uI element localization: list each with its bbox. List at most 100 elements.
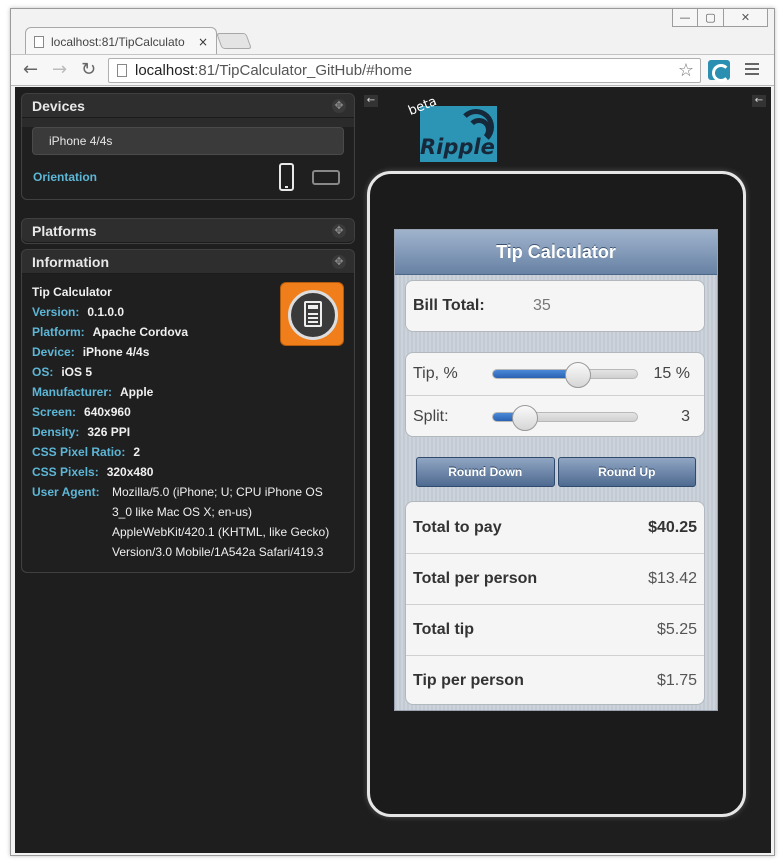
info-key: OS: <box>32 365 54 379</box>
tab-title: localhost:81/TipCalculato <box>51 34 185 49</box>
total-value: $5.25 <box>656 621 697 638</box>
info-key: Version: <box>32 305 80 319</box>
drag-handle-icon[interactable]: ✥ <box>332 224 346 238</box>
drag-handle-icon[interactable]: ✥ <box>332 99 346 113</box>
tip-slider[interactable] <box>492 362 638 388</box>
total-label: Tip per person <box>413 672 524 689</box>
bill-total-input[interactable]: 35 <box>533 297 551 315</box>
browser-tab[interactable]: localhost:81/TipCalculato × <box>25 27 217 55</box>
info-key: CSS Pixels: <box>32 465 99 479</box>
orientation-label: Orientation <box>33 170 98 184</box>
user-agent-row: User Agent: Mozilla/5.0 (iPhone; U; CPU … <box>32 482 344 562</box>
info-row: CSS Pixels: 320x480 <box>32 462 344 482</box>
tip-slider-thumb[interactable] <box>565 362 591 388</box>
portrait-icon[interactable] <box>279 163 294 191</box>
info-key: Platform: <box>32 325 85 339</box>
collapse-right-panel-icon[interactable]: ← <box>752 95 766 107</box>
back-icon[interactable]: ← <box>23 61 38 79</box>
info-value: 640x960 <box>84 405 131 419</box>
calculator-app-icon <box>280 282 344 346</box>
page-icon <box>117 64 127 77</box>
split-slider[interactable] <box>492 405 638 431</box>
split-slider-thumb[interactable] <box>512 405 538 431</box>
devices-panel-title: Devices <box>32 97 85 114</box>
info-value: 326 PPI <box>87 425 131 439</box>
total-value: $1.75 <box>656 672 697 689</box>
info-value: 0.1.0.0 <box>87 305 125 319</box>
info-value: iPhone 4/4s <box>82 345 150 359</box>
app-screen: Tip Calculator Bill Total: 35 Tip, % 15 … <box>394 229 718 711</box>
browser-toolbar: ← → ↻ localhost:81/TipCalculator_GitHub/… <box>11 54 774 86</box>
total-row: Total tip $5.25 <box>406 604 704 655</box>
totals-card: Total to pay $40.25 Total per person $13.42… <box>405 501 705 705</box>
round-up-button[interactable]: Round Up <box>557 457 696 487</box>
platforms-panel: Platforms ✥ <box>21 218 355 244</box>
info-key: Density: <box>32 425 80 439</box>
split-row: Split: 3 <box>406 395 704 437</box>
info-row: OS: iOS 5 <box>32 362 344 382</box>
devices-panel-header[interactable]: Devices ✥ <box>22 94 354 118</box>
url-path: :81/TipCalculator_GitHub/#home <box>194 62 413 79</box>
info-value: 320x480 <box>106 465 154 479</box>
info-value: Apple <box>120 385 154 399</box>
info-row: Screen: 640x960 <box>32 402 344 422</box>
ripple-logo: Ripple beta <box>406 94 497 162</box>
round-down-button[interactable]: Round Down <box>416 457 555 487</box>
info-key: Manufacturer: <box>32 385 113 399</box>
info-key: Device: <box>32 345 75 359</box>
information-panel-title: Information <box>32 253 109 270</box>
orientation-row: Orientation <box>22 155 354 199</box>
info-row: Manufacturer: Apple <box>32 382 344 402</box>
forward-icon[interactable]: → <box>52 61 67 79</box>
tab-close-icon[interactable]: × <box>198 35 208 49</box>
devices-panel-body: iPhone 4/4s Orientation <box>22 127 354 199</box>
total-row: Tip per person $1.75 <box>406 655 704 706</box>
new-tab-button[interactable] <box>216 33 252 49</box>
bill-total-card[interactable]: Bill Total: 35 <box>405 280 705 332</box>
round-buttons: Round Down Round Up <box>416 457 696 487</box>
ripple-extension-icon[interactable] <box>708 60 730 82</box>
menu-icon[interactable] <box>745 63 759 78</box>
platforms-panel-header[interactable]: Platforms ✥ <box>22 219 354 243</box>
total-label: Total per person <box>413 570 538 587</box>
device-select[interactable]: iPhone 4/4s <box>32 127 344 155</box>
total-label: Total to pay <box>413 518 502 536</box>
info-value: Apache Cordova <box>92 325 189 339</box>
drag-handle-icon[interactable]: ✥ <box>332 255 346 269</box>
devices-panel: Devices ✥ iPhone 4/4s Orientation <box>21 93 355 200</box>
total-label: Total tip <box>413 621 475 638</box>
information-panel-body: Tip Calculator Version: 0.1.0.0 Platform: A… <box>22 274 354 572</box>
info-value: iOS 5 <box>61 365 93 379</box>
url-host: localhost <box>135 62 195 79</box>
ripple-viewport: Devices ✥ iPhone 4/4s Orientation Platfo… <box>15 87 771 853</box>
bill-total-label: Bill Total: <box>413 297 485 314</box>
split-value: 3 <box>681 407 690 425</box>
total-row: Total per person $13.42 <box>406 553 704 604</box>
total-row: Total to pay $40.25 <box>406 502 704 553</box>
user-agent-value: Mozilla/5.0 (iPhone; U; CPU iPhone OS 3_… <box>112 485 330 559</box>
collapse-left-panel-icon[interactable]: ← <box>364 95 378 107</box>
tip-value: 15 % <box>653 365 690 382</box>
platforms-panel-title: Platforms <box>32 222 97 239</box>
slider-card: Tip, % 15 % Split: 3 <box>405 352 705 437</box>
tab-strip: localhost:81/TipCalculato × <box>11 23 774 55</box>
info-key: Screen: <box>32 405 77 419</box>
landscape-icon[interactable] <box>312 169 340 185</box>
tip-label: Tip, % <box>413 365 458 382</box>
device-frame: Tip Calculator Bill Total: 35 Tip, % 15 … <box>367 171 746 817</box>
info-value: 2 <box>133 445 141 459</box>
info-key: CSS Pixel Ratio: <box>32 445 126 459</box>
address-bar[interactable]: localhost:81/TipCalculator_GitHub/#home … <box>108 58 701 83</box>
page-icon <box>34 35 44 48</box>
bookmark-star-icon[interactable]: ☆ <box>678 60 694 81</box>
info-row: Density: 326 PPI <box>32 422 344 442</box>
reload-icon[interactable]: ↻ <box>81 61 96 79</box>
app-title: Tip Calculator <box>395 230 717 275</box>
user-agent-key: User Agent: <box>32 485 100 499</box>
information-panel-header[interactable]: Information ✥ <box>22 250 354 274</box>
total-value: $40.25 <box>648 518 697 536</box>
total-value: $13.42 <box>648 570 697 587</box>
browser-window: — ▢ ✕ localhost:81/TipCalculato × ← → ↻ … <box>10 8 775 856</box>
split-label: Split: <box>413 407 449 425</box>
tip-row: Tip, % 15 % <box>406 353 704 395</box>
